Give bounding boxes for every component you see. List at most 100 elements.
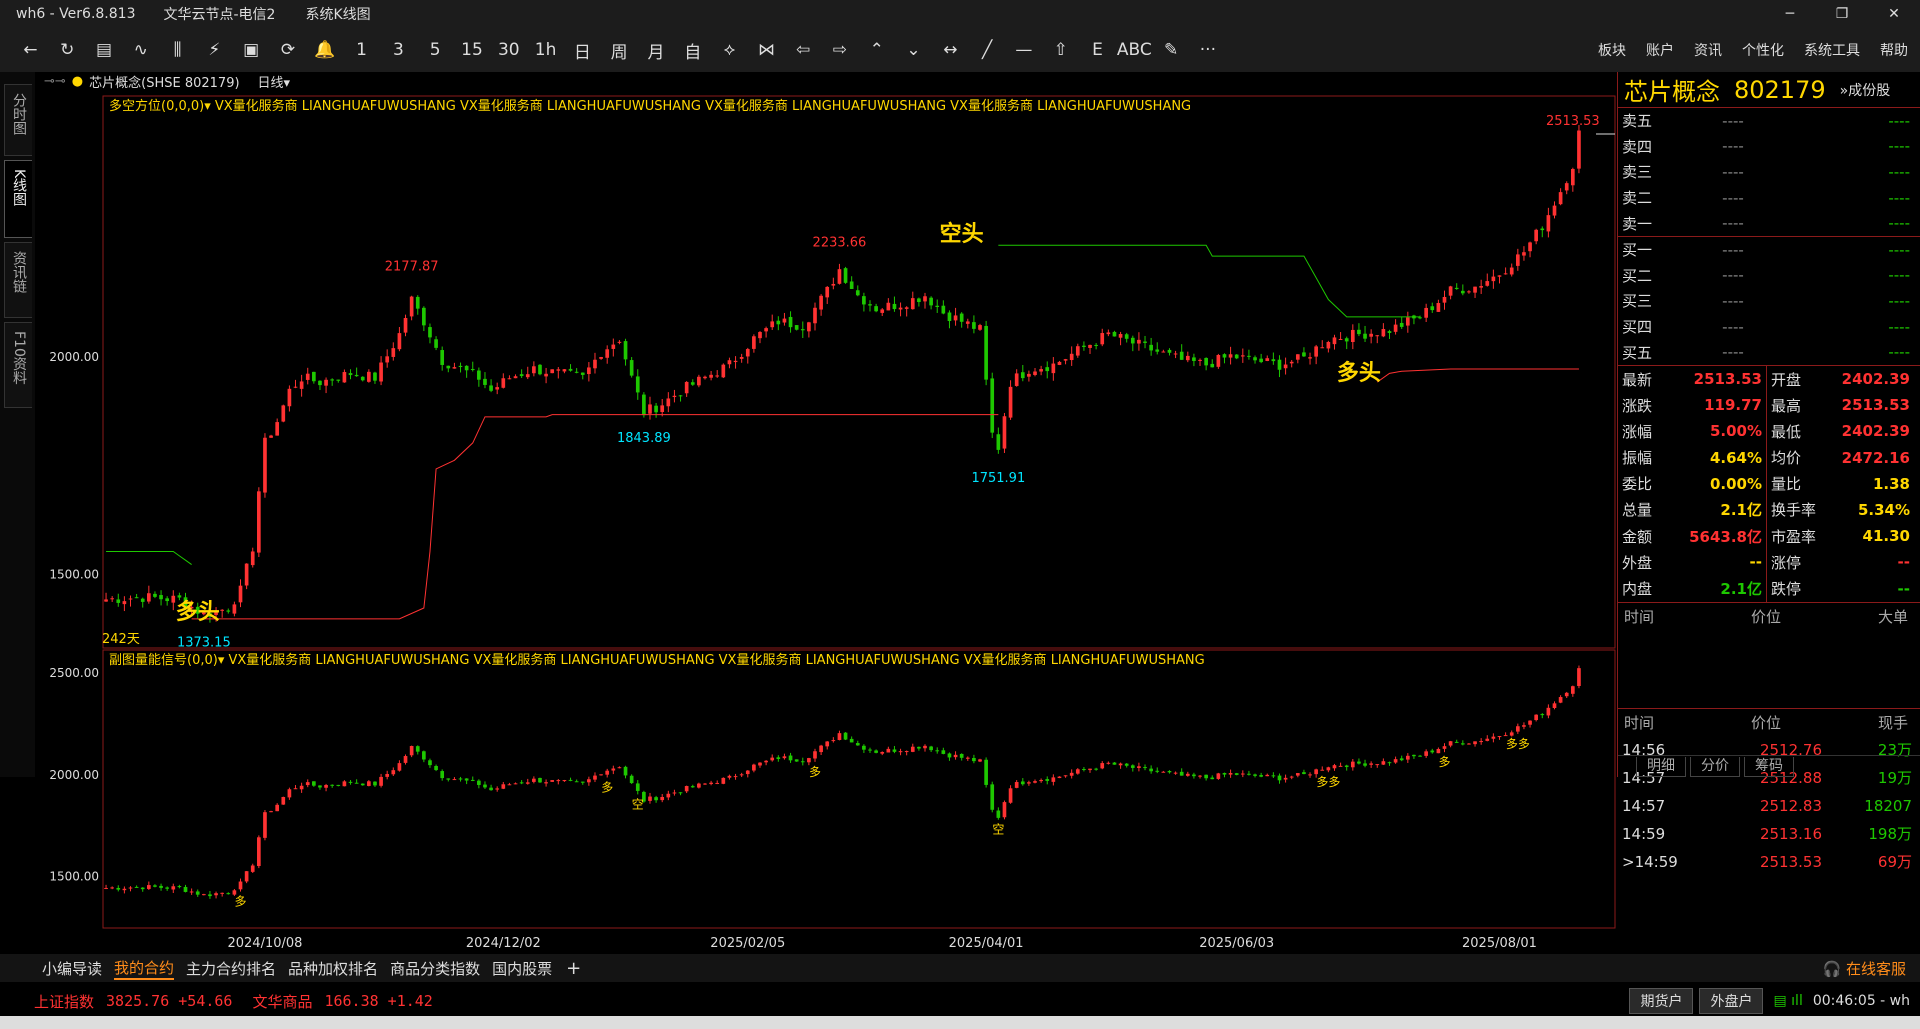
tab-editor-guide[interactable]: 小编导读 xyxy=(42,958,102,979)
ticks-header: 时间 价位 现手 xyxy=(1618,707,1920,736)
menu-item-3[interactable]: 个性化 xyxy=(1742,40,1784,60)
sub-candle-body xyxy=(953,754,958,758)
period-day-icon[interactable]: 日 xyxy=(564,38,601,63)
order-price: ---- xyxy=(1722,291,1744,310)
hline-icon[interactable]: — xyxy=(1006,40,1043,60)
frame-icon[interactable]: ▣ xyxy=(233,40,270,60)
link-icon[interactable]: ⊸⊸ xyxy=(44,74,66,89)
text-icon[interactable]: ABC xyxy=(1116,40,1153,60)
signal-label: 多 xyxy=(601,780,613,794)
x-axis-label: 2025/08/01 xyxy=(1462,936,1537,951)
add-tab-icon[interactable]: + xyxy=(566,958,581,979)
bell-icon[interactable]: 🔔 xyxy=(306,40,343,60)
period-week-icon[interactable]: 周 xyxy=(601,38,638,63)
quote-tab-2[interactable]: 筹码 xyxy=(1744,756,1794,777)
col-price: 价位 xyxy=(1750,607,1781,626)
sub-candle-body xyxy=(1130,765,1135,768)
refresh-icon[interactable]: ↻ xyxy=(49,40,86,60)
candle-body xyxy=(477,370,481,380)
close-icon[interactable]: ✕ xyxy=(1868,0,1920,28)
sub-candle-body xyxy=(1314,769,1318,775)
tab-commodity-index[interactable]: 商品分类指数 xyxy=(390,958,480,979)
menu-item-0[interactable]: 板块 xyxy=(1598,40,1626,60)
index-wenhua-label[interactable]: 文华商品 xyxy=(252,991,312,1012)
pen-icon[interactable]: ✎ xyxy=(1153,40,1190,60)
sub-candle-body xyxy=(703,783,707,785)
sub-candle-body xyxy=(544,782,548,784)
period-1-icon[interactable]: 1 xyxy=(343,40,380,60)
left-icon[interactable]: ⇦ xyxy=(785,40,822,60)
tab-domestic-stocks[interactable]: 国内股票 xyxy=(492,958,552,979)
zoom-icon[interactable]: ⟡ xyxy=(711,40,748,60)
stat-value: 0.00% xyxy=(1709,474,1762,493)
foreign-account-button[interactable]: 外盘户 xyxy=(1699,988,1764,1014)
period-3-icon[interactable]: 3 xyxy=(380,40,417,60)
index-sse-label[interactable]: 上证指数 xyxy=(34,991,94,1012)
period-5-icon[interactable]: 5 xyxy=(417,40,454,60)
stop-line xyxy=(106,551,192,565)
sub-candle-body xyxy=(415,746,420,752)
period-15-icon[interactable]: 15 xyxy=(454,40,491,60)
menu-item-4[interactable]: 系统工具 xyxy=(1804,40,1860,60)
signal-label: 空 xyxy=(632,797,644,811)
period-30-icon[interactable]: 30 xyxy=(490,40,527,60)
stat-cell: 量比 1.38 xyxy=(1766,470,1914,497)
candle-body xyxy=(299,381,304,389)
draw-line-icon[interactable]: ╱ xyxy=(969,40,1006,60)
home-icon[interactable]: ⇧ xyxy=(1042,40,1079,60)
period-select[interactable]: 日线▾ xyxy=(258,72,291,91)
stat-value: 2402.39 xyxy=(1841,422,1910,441)
menu-item-2[interactable]: 资讯 xyxy=(1694,40,1722,60)
minimize-icon[interactable]: ─ xyxy=(1764,0,1816,28)
tab-main-contract-rank[interactable]: 主力合约排名 xyxy=(186,958,276,979)
ask-row: 卖三 ---- ---- xyxy=(1618,159,1920,185)
candle-body xyxy=(1387,331,1392,333)
sub-candle-body xyxy=(745,770,750,775)
candle-body xyxy=(257,491,261,553)
candle-body xyxy=(1479,286,1483,288)
candle-body xyxy=(587,367,591,375)
kline-chart[interactable]: 多空方位(0,0,0)▾ VX量化服务商 LIANGHUAFUWUSHANG V… xyxy=(0,90,1617,954)
period-1h-icon[interactable]: 1h xyxy=(527,40,564,60)
flash-icon[interactable]: ⚡ xyxy=(196,40,233,60)
sub-candle-body xyxy=(1265,774,1270,777)
down-icon[interactable]: ⌄ xyxy=(895,40,932,60)
tab-weighted-rank[interactable]: 品种加权排名 xyxy=(288,958,378,979)
candle-body xyxy=(1357,329,1361,335)
compare-icon[interactable]: ⋈ xyxy=(748,40,785,60)
more-icon[interactable]: ··· xyxy=(1190,40,1227,60)
table-icon[interactable]: ▤ xyxy=(86,40,123,60)
futures-account-button[interactable]: 期货户 xyxy=(1629,988,1694,1014)
quote-tab-0[interactable]: 明细 xyxy=(1636,756,1686,777)
e-icon[interactable]: E xyxy=(1079,40,1116,60)
line-icon[interactable]: ∿ xyxy=(122,40,159,60)
candle-body xyxy=(1320,347,1325,349)
sub-candle-body xyxy=(935,750,940,752)
sub-candle-body xyxy=(941,750,946,754)
period-month-icon[interactable]: 月 xyxy=(638,38,675,63)
candle-body xyxy=(1173,353,1178,355)
cycle-icon[interactable]: ⟳ xyxy=(270,40,307,60)
back-icon[interactable]: ← xyxy=(12,40,49,60)
menu-item-5[interactable]: 帮助 xyxy=(1880,40,1908,60)
up-icon[interactable]: ⌃ xyxy=(858,40,895,60)
maximize-icon[interactable]: ❐ xyxy=(1816,0,1868,28)
right-icon[interactable]: ⇨ xyxy=(822,40,859,60)
components-link[interactable]: »成份股 xyxy=(1840,80,1891,100)
candle-body xyxy=(1033,371,1037,375)
sub-candle-body xyxy=(116,887,121,890)
customer-service-link[interactable]: 🎧 在线客服 xyxy=(1823,958,1906,979)
period-custom-icon[interactable]: 自 xyxy=(674,38,711,63)
candle-body xyxy=(1075,346,1080,356)
menu-item-1[interactable]: 账户 xyxy=(1646,40,1674,60)
range-icon[interactable]: ↔ xyxy=(932,40,969,60)
sub-candle-body xyxy=(1497,736,1502,738)
sub-candle-body xyxy=(1112,762,1117,765)
sub-candle-body xyxy=(880,752,885,754)
quote-tab-1[interactable]: 分价 xyxy=(1690,756,1740,777)
sub-candle-body xyxy=(1155,770,1160,772)
sub-candle-body xyxy=(843,732,848,740)
candle-body xyxy=(513,376,518,379)
candle-icon[interactable]: ⫼ xyxy=(159,40,196,60)
tab-my-contracts[interactable]: 我的合约 xyxy=(114,957,175,980)
